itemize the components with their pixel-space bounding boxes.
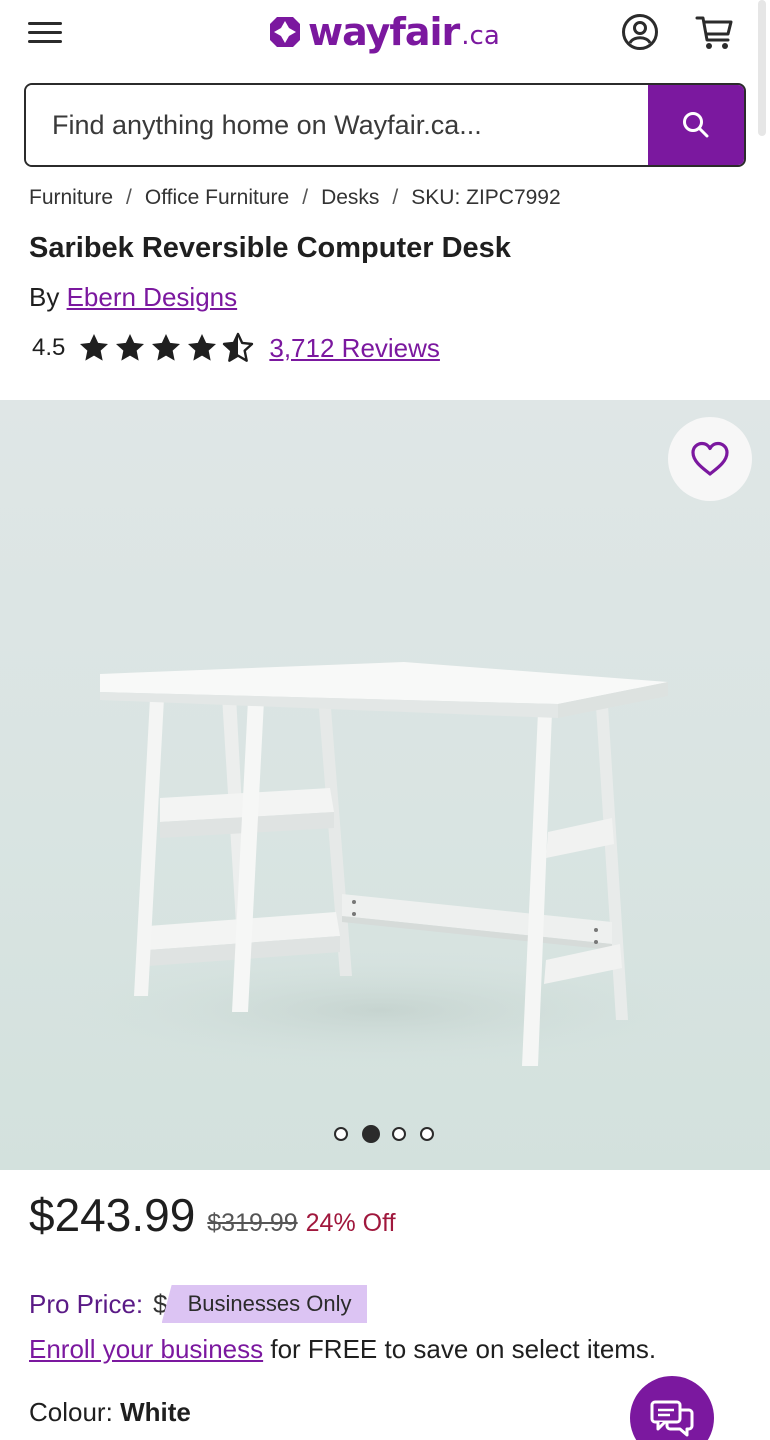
page-scrollbar[interactable] <box>758 0 766 136</box>
breadcrumb: Furniture / Office Furniture / Desks / S… <box>29 186 561 210</box>
breadcrumb-separator: / <box>302 186 309 209</box>
colour-label: Colour: <box>29 1397 113 1427</box>
star-full-icon <box>152 334 181 361</box>
pro-price-label: Pro Price: <box>29 1288 144 1319</box>
account-icon[interactable] <box>620 12 660 52</box>
discount-label: 24% Off <box>305 1209 396 1237</box>
heart-icon <box>691 441 729 476</box>
sale-price: $243.99 <box>29 1189 196 1241</box>
search-input[interactable] <box>26 85 648 165</box>
was-price: $319.99 <box>207 1209 298 1237</box>
menu-icon[interactable] <box>26 18 64 48</box>
by-label: By <box>29 282 60 312</box>
breadcrumb-furniture[interactable]: Furniture <box>29 186 113 210</box>
price-row: $243.99 $319.99 24% Off <box>29 1188 396 1242</box>
search-bar <box>24 83 746 167</box>
carousel-dot-3[interactable] <box>392 1127 406 1141</box>
search-icon <box>683 112 709 138</box>
product-title: Saribek Reversible Computer Desk <box>29 232 511 264</box>
breadcrumb-separator: / <box>392 186 399 209</box>
chat-button[interactable] <box>630 1376 714 1440</box>
byline: By Ebern Designs <box>29 282 237 313</box>
star-full-icon <box>80 334 109 361</box>
enroll-text: for FREE to save on select items. <box>263 1334 657 1364</box>
search-button[interactable] <box>648 85 744 165</box>
colour-row: Colour: White <box>29 1397 191 1428</box>
star-rating <box>77 332 257 364</box>
brand-link[interactable]: Ebern Designs <box>67 282 238 312</box>
sku-label: SKU: ZIPC7992 <box>411 186 561 209</box>
enroll-row: Enroll your business for FREE to save on… <box>29 1334 656 1365</box>
businesses-only-badge[interactable]: Businesses Only <box>161 1285 368 1323</box>
logo-mark-icon <box>270 17 300 47</box>
star-half-icon <box>223 332 254 362</box>
wayfair-logo[interactable]: wayfair .ca <box>268 6 500 58</box>
breadcrumb-separator: / <box>126 186 132 209</box>
carousel-dot-2[interactable] <box>362 1125 380 1143</box>
rating-row: 4.5 3,712 Reviews <box>32 332 440 364</box>
colour-value: White <box>120 1397 191 1427</box>
reviews-link[interactable]: 3,712 Reviews <box>269 333 440 364</box>
logo-text: wayfair <box>308 10 460 54</box>
star-full-icon <box>188 334 217 361</box>
product-image-desk <box>50 662 710 1070</box>
breadcrumb-office-furniture[interactable]: Office Furniture <box>145 186 289 210</box>
logo-suffix: .ca <box>461 21 500 51</box>
star-full-icon <box>116 334 145 361</box>
breadcrumb-desks[interactable]: Desks <box>321 186 379 210</box>
enroll-business-link[interactable]: Enroll your business <box>29 1334 263 1364</box>
carousel-dot-1[interactable] <box>334 1127 348 1141</box>
cart-icon[interactable] <box>694 12 736 52</box>
carousel-dots <box>334 1125 434 1143</box>
favorite-button[interactable] <box>668 417 752 501</box>
header: wayfair .ca <box>0 0 770 70</box>
product-image-carousel[interactable] <box>0 400 770 1170</box>
chat-icon <box>650 1400 694 1437</box>
pro-price-row: Pro Price: $ Businesses Only <box>29 1285 368 1323</box>
rating-value: 4.5 <box>32 334 66 361</box>
carousel-dot-4[interactable] <box>420 1127 434 1141</box>
